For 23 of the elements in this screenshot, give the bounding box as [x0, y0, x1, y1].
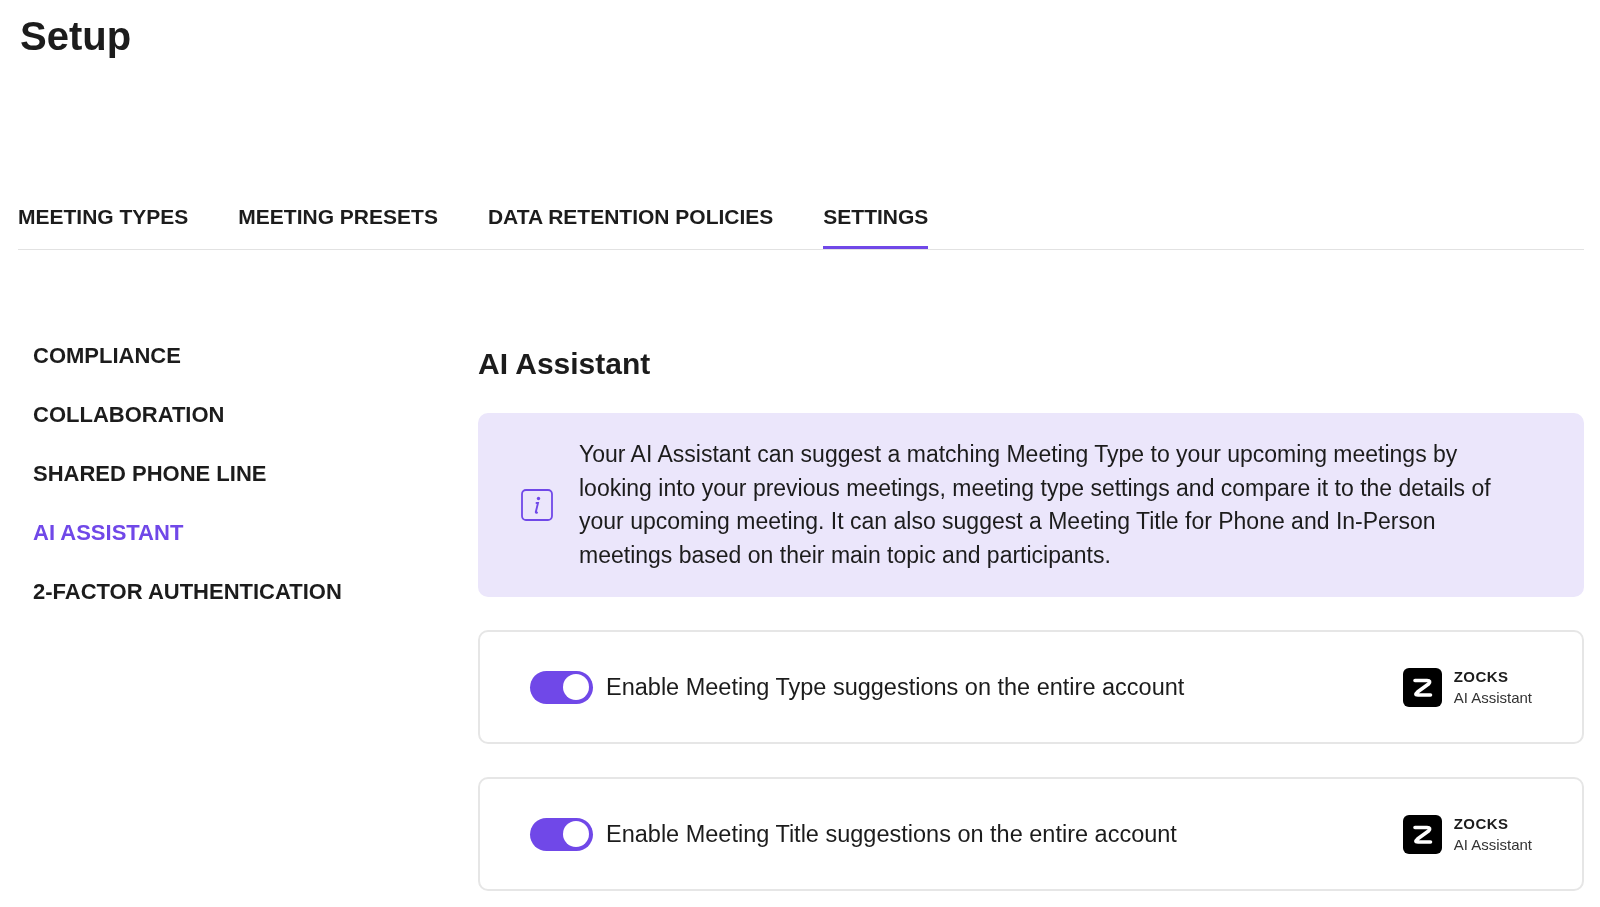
- toggle-switch[interactable]: [530, 817, 593, 851]
- brand-name: ZOCKS: [1453, 814, 1510, 834]
- logo-icon: [1402, 667, 1442, 707]
- tab[interactable]: SETTINGS: [823, 205, 929, 249]
- info-icon: [521, 489, 553, 521]
- page-title: Setup: [20, 13, 132, 60]
- logo-icon: [1402, 814, 1442, 854]
- sidebar-item[interactable]: COMPLIANCE: [33, 326, 181, 385]
- tab[interactable]: MEETING TYPES: [18, 205, 189, 249]
- setting-label: Enable Meeting Title suggestions on the entire account: [606, 820, 1177, 848]
- badge-subtitle: AI Assistant: [1453, 835, 1532, 855]
- tab[interactable]: MEETING PRESETS: [238, 205, 438, 249]
- brand-name: ZOCKS: [1453, 667, 1510, 687]
- info-text: Your AI Assistant can suggest a matching Meeting Type to your upcoming meetings by looking into your previous meetings, meeting type settings and compare it to the details of your upcoming meeting. It can also suggest a Meeting Title for Phone and In-Person meetings based on their main topic and participants.: [579, 440, 1492, 570]
- badge-subtitle: AI Assistant: [1453, 688, 1532, 708]
- sidebar-item[interactable]: COLLABORATION: [33, 385, 225, 444]
- sidebar-item[interactable]: SHARED PHONE LINE: [33, 444, 267, 503]
- tab[interactable]: DATA RETENTION POLICIES: [487, 205, 774, 249]
- section-title: AI Assistant: [478, 346, 652, 382]
- sidebar-item[interactable]: AI ASSISTANT: [33, 503, 184, 562]
- setting-label: Enable Meeting Type suggestions on the entire account: [606, 673, 1185, 701]
- sidebar-item[interactable]: 2-FACTOR AUTHENTICATION: [33, 562, 342, 621]
- toggle-switch[interactable]: [530, 670, 593, 704]
